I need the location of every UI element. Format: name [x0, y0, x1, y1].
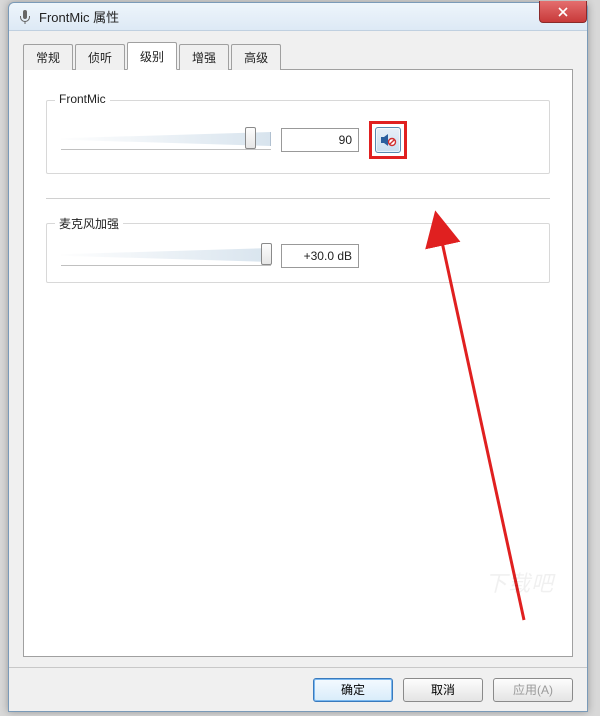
- tab-advanced[interactable]: 高级: [231, 44, 281, 70]
- slider-thumb[interactable]: [245, 127, 256, 149]
- microphone-icon: [17, 9, 33, 25]
- ok-button[interactable]: 确定: [313, 678, 393, 702]
- slider-thumb[interactable]: [261, 243, 272, 265]
- frontmic-row: [61, 121, 535, 159]
- titlebar[interactable]: FrontMic 属性: [9, 3, 587, 31]
- frontmic-slider[interactable]: [61, 128, 271, 152]
- annotation-highlight-box: [369, 121, 407, 159]
- apply-button[interactable]: 应用(A): [493, 678, 573, 702]
- tab-general[interactable]: 常规: [23, 44, 73, 70]
- slider-track: [61, 248, 271, 262]
- group-frontmic: FrontMic: [46, 100, 550, 174]
- close-button[interactable]: [539, 1, 587, 23]
- tab-enhance[interactable]: 增强: [179, 44, 229, 70]
- dialog-footer: 确定 取消 应用(A): [9, 667, 587, 711]
- frontmic-value-input[interactable]: [281, 128, 359, 152]
- mute-button[interactable]: [375, 127, 401, 153]
- watermark: 下载吧: [485, 566, 554, 598]
- close-icon: [558, 7, 568, 17]
- boost-row: [61, 244, 535, 268]
- slider-track: [61, 132, 271, 146]
- group-boost: 麦克风加强: [46, 223, 550, 283]
- group-frontmic-label: FrontMic: [55, 92, 110, 106]
- window-title: FrontMic 属性: [39, 7, 119, 26]
- group-boost-label: 麦克风加强: [55, 215, 123, 232]
- content-area: 常规 侦听 级别 增强 高级 FrontMic: [9, 31, 587, 667]
- tab-levels[interactable]: 级别: [127, 42, 177, 70]
- properties-window: FrontMic 属性 常规 侦听 级别 增强 高级 FrontMic: [8, 2, 588, 712]
- boost-value-input[interactable]: [281, 244, 359, 268]
- divider: [46, 198, 550, 199]
- cancel-button[interactable]: 取消: [403, 678, 483, 702]
- speaker-mute-icon: [379, 131, 397, 149]
- tab-listen[interactable]: 侦听: [75, 44, 125, 70]
- tab-strip: 常规 侦听 级别 增强 高级: [23, 41, 573, 69]
- boost-slider[interactable]: [61, 244, 271, 268]
- tab-panel-levels: FrontMic: [23, 69, 573, 657]
